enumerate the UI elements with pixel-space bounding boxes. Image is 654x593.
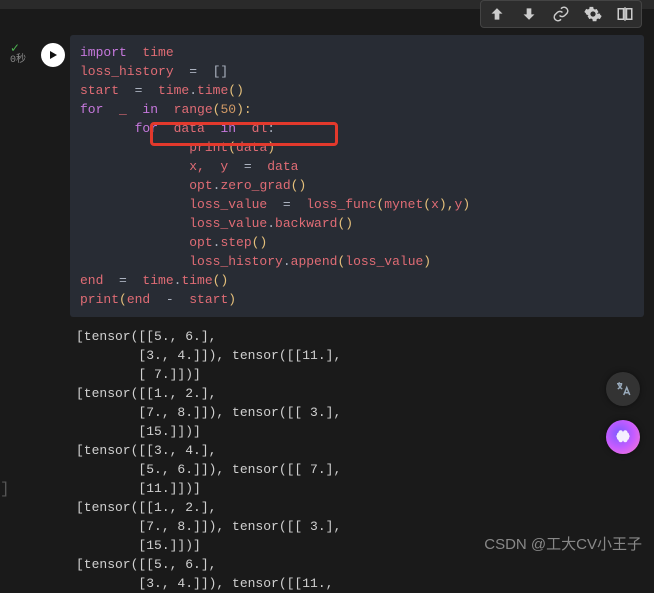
code-line-10: loss_value.backward() (80, 214, 634, 233)
code-line-5: for data in dl: (80, 119, 634, 138)
mirror-icon[interactable] (615, 4, 635, 24)
code-line-9: loss_value = loss_func(mynet(x),y) (80, 195, 634, 214)
execution-status: ✓ 0秒 (0, 9, 36, 67)
check-icon: ✓ (10, 43, 36, 55)
code-line-14: print(end - start) (80, 290, 634, 309)
brain-icon[interactable] (606, 420, 640, 454)
code-line-1: import time (80, 43, 634, 62)
code-line-3: start = time.time() (80, 81, 634, 100)
code-line-11: opt.step() (80, 233, 634, 252)
code-cell: ✓ 0秒 import time loss_history = [] start… (0, 9, 654, 317)
code-line-13: end = time.time() (80, 271, 634, 290)
code-line-8: opt.zero_grad() (80, 176, 634, 195)
code-line-2: loss_history = [] (80, 62, 634, 81)
code-line-12: loss_history.append(loss_value) (80, 252, 634, 271)
translate-icon[interactable] (606, 372, 640, 406)
execution-time: 0秒 (10, 55, 36, 67)
arrow-up-icon[interactable] (487, 4, 507, 24)
code-line-6: print(data) (80, 138, 634, 157)
floating-actions (606, 372, 640, 454)
link-icon[interactable] (551, 4, 571, 24)
arrow-down-icon[interactable] (519, 4, 539, 24)
gear-icon[interactable] (583, 4, 603, 24)
code-line-7: x, y = data (80, 157, 634, 176)
output-area: [tensor([[5., 6.], [3., 4.]]), tensor([[… (70, 317, 644, 593)
cell-toolbar (480, 0, 642, 28)
code-editor[interactable]: import time loss_history = [] start = ti… (70, 35, 644, 317)
run-button[interactable] (41, 43, 65, 67)
code-line-4: for _ in range(50): (80, 100, 634, 119)
side-fragment: ] (0, 480, 12, 512)
